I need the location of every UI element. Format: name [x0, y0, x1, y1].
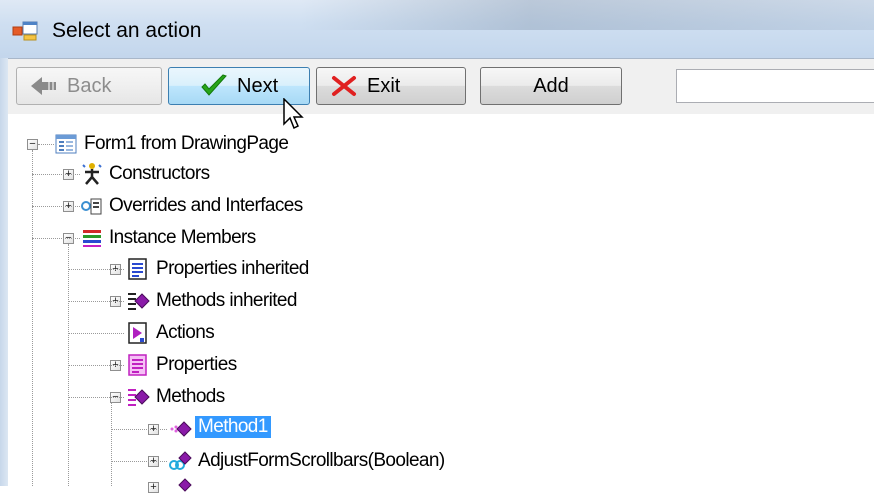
- method-icon: [169, 451, 192, 470]
- expand-toggle[interactable]: +: [148, 482, 159, 493]
- back-button[interactable]: Back: [16, 67, 162, 105]
- collapse-toggle[interactable]: −: [27, 139, 38, 150]
- interfaces-icon: [81, 198, 102, 215]
- tree-line: [32, 238, 80, 239]
- tree-root-label[interactable]: Form1 from DrawingPage: [84, 133, 289, 155]
- method-icon: [178, 478, 192, 492]
- checkmark-icon: [201, 74, 227, 96]
- methods-icon: [128, 389, 150, 406]
- back-arrow-icon: [31, 77, 56, 95]
- close-x-icon: [332, 76, 356, 96]
- window-title: Select an action: [52, 19, 202, 42]
- tree-item-label[interactable]: Instance Members: [109, 227, 256, 249]
- back-button-label: Back: [67, 74, 112, 97]
- methods-icon: [128, 293, 150, 310]
- tree-item-label[interactable]: AdjustFormScrollbars(Boolean): [198, 450, 445, 472]
- action-tree[interactable]: − Form1 from DrawingPage + Constructors …: [8, 114, 874, 493]
- action-text-field[interactable]: [676, 69, 874, 103]
- tree-item-label[interactable]: Properties: [156, 354, 237, 376]
- tree-line: [32, 206, 80, 207]
- tree-line: [32, 150, 33, 486]
- tree-line: [68, 333, 124, 334]
- next-button-label: Next: [237, 74, 279, 97]
- tree-item-label[interactable]: Constructors: [109, 163, 210, 185]
- method-icon: [170, 421, 192, 437]
- tree-line: [38, 144, 54, 145]
- tree-item-selected[interactable]: Method1: [195, 416, 271, 438]
- tree-line: [111, 461, 167, 462]
- add-button[interactable]: Add: [480, 67, 622, 105]
- add-button-label: Add: [533, 74, 569, 97]
- title-bar-glass: [300, 0, 874, 30]
- tree-item-label[interactable]: Actions: [156, 322, 215, 344]
- tree-item-label[interactable]: Methods inherited: [156, 290, 297, 312]
- tree-line: [68, 365, 124, 366]
- tree-line: [68, 301, 124, 302]
- tree-line: [68, 269, 124, 270]
- constructors-icon: [82, 163, 102, 185]
- mouse-cursor-icon: [283, 98, 304, 130]
- window-frame-edge: [0, 58, 8, 486]
- members-icon: [83, 230, 101, 247]
- toolbar: Back Next Exit Add: [0, 58, 874, 115]
- exit-button-label: Exit: [367, 74, 401, 97]
- form-icon: [55, 134, 77, 154]
- tree-line: [111, 402, 112, 486]
- title-bar: Select an action: [0, 0, 874, 58]
- properties-icon: [128, 258, 147, 280]
- tree-item-label[interactable]: Properties inherited: [156, 258, 309, 280]
- tree-line: [68, 397, 124, 398]
- tree-item-label[interactable]: Overrides and Interfaces: [109, 195, 303, 217]
- exit-button[interactable]: Exit: [316, 67, 466, 105]
- tree-line: [32, 174, 80, 175]
- actions-icon: [128, 322, 147, 344]
- properties-icon: [128, 354, 147, 376]
- app-window-icon: [12, 21, 38, 41]
- tree-item-label[interactable]: Methods: [156, 386, 225, 408]
- tree-line: [111, 429, 167, 430]
